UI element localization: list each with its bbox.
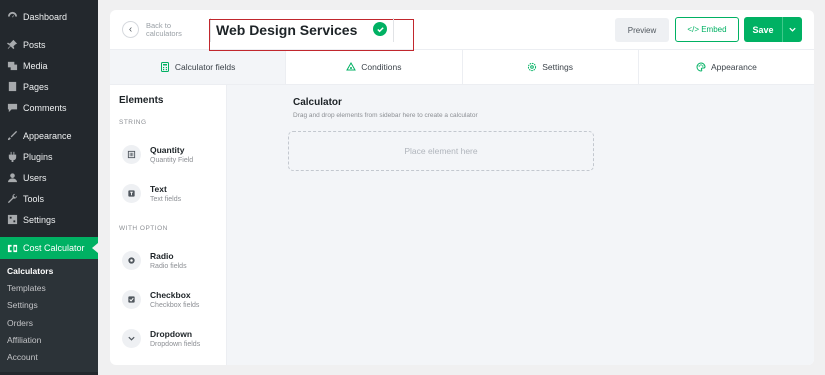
tab-label: Settings	[542, 62, 573, 72]
menu-label: Users	[23, 172, 47, 183]
brush-icon	[6, 130, 18, 142]
menu-plugins[interactable]: Plugins	[0, 146, 98, 167]
back-label[interactable]: Back to calculators	[146, 21, 190, 38]
comment-icon	[6, 102, 18, 114]
settings-icon	[527, 62, 537, 72]
elements-title: Elements	[119, 95, 164, 106]
element-desc: Text fields	[150, 196, 182, 203]
builder-tabs: Calculator fields Conditions Settings Ap…	[110, 50, 814, 85]
submenu-orders[interactable]: Orders	[0, 315, 98, 332]
menu-cost-calculator[interactable]: Cost Calculator	[0, 237, 98, 259]
menu-label: Media	[23, 60, 48, 71]
element-desc: Radio fields	[150, 263, 187, 270]
tab-label: Calculator fields	[174, 62, 236, 72]
dashboard-icon	[6, 11, 18, 23]
media-icon	[6, 60, 18, 72]
element-name: Dropdown	[150, 329, 193, 339]
palette-icon	[696, 62, 706, 72]
save-label: Save	[752, 24, 774, 35]
menu-appearance[interactable]: Appearance	[0, 125, 98, 146]
submenu-templates[interactable]: Templates	[0, 280, 98, 297]
menu-label: Settings	[23, 214, 56, 225]
quantity-icon	[122, 145, 141, 164]
menu-label: Comments	[23, 102, 67, 113]
chevron-left-icon: ‹	[128, 24, 133, 35]
submenu-account[interactable]: Account	[0, 349, 98, 366]
menu-label: Cost Calculator	[23, 243, 85, 253]
dropdown-icon	[122, 329, 141, 348]
element-name: Radio	[150, 251, 174, 261]
tab-label: Conditions	[361, 62, 402, 72]
conditions-icon	[346, 62, 357, 72]
plugin-icon	[6, 151, 18, 163]
element-checkbox[interactable]: Checkbox Checkbox fields	[119, 280, 226, 319]
preview-button[interactable]: Preview	[615, 18, 669, 42]
radio-icon	[122, 251, 141, 270]
wp-admin-sidebar: Dashboard Posts Media Pages Comments App…	[0, 0, 98, 375]
builder-header: ‹ Back to calculators Web Design Service…	[110, 10, 814, 51]
menu-label: Appearance	[23, 130, 72, 141]
embed-button[interactable]: </> Embed	[675, 17, 739, 42]
element-desc: Quantity Field	[150, 157, 194, 164]
menu-label: Plugins	[23, 151, 53, 162]
submenu-calculators[interactable]: Calculators	[0, 263, 98, 280]
text-icon	[122, 184, 141, 203]
canvas-title: Calculator	[293, 97, 342, 108]
elements-sidebar: Elements STRING Quantity Quantity Field …	[110, 85, 227, 365]
tab-settings[interactable]: Settings	[463, 50, 639, 84]
users-icon	[6, 172, 18, 184]
category-label: STRING	[119, 119, 147, 126]
menu-comments[interactable]: Comments	[0, 97, 98, 118]
menu-media[interactable]: Media	[0, 55, 98, 76]
calculator-icon	[160, 62, 170, 72]
chevron-down-icon[interactable]	[782, 17, 802, 42]
menu-dashboard[interactable]: Dashboard	[0, 6, 98, 27]
canvas-hint: Drag and drop elements from sidebar here…	[293, 112, 478, 119]
wrench-icon	[6, 193, 18, 205]
menu-pages[interactable]: Pages	[0, 76, 98, 97]
submenu-settings[interactable]: Settings	[0, 297, 98, 314]
tab-appearance[interactable]: Appearance	[639, 50, 814, 84]
element-name: Quantity	[150, 145, 185, 155]
cost-calculator-submenu: Calculators Templates Settings Orders Af…	[0, 259, 98, 373]
save-button[interactable]: Save	[744, 17, 802, 42]
settings-icon	[6, 214, 18, 226]
menu-label: Dashboard	[23, 11, 68, 22]
element-text[interactable]: Text Text fields	[119, 174, 226, 213]
menu-posts[interactable]: Posts	[0, 34, 98, 55]
element-radio[interactable]: Radio Radio fields	[119, 241, 226, 280]
checkbox-icon	[122, 290, 141, 309]
calculator-icon	[6, 242, 18, 254]
element-dropdown[interactable]: Dropdown Dropdown fields	[119, 319, 226, 358]
tab-calculator-fields[interactable]: Calculator fields	[110, 50, 287, 84]
menu-settings[interactable]: Settings	[0, 209, 98, 230]
element-quantity[interactable]: Quantity Quantity Field	[119, 135, 226, 174]
builder-body: Elements STRING Quantity Quantity Field …	[110, 85, 814, 365]
element-name: Checkbox	[150, 290, 191, 300]
menu-tools[interactable]: Tools	[0, 188, 98, 209]
element-name: Text	[150, 184, 167, 194]
pin-icon	[6, 39, 18, 51]
element-desc: Checkbox fields	[150, 302, 200, 309]
tab-conditions[interactable]: Conditions	[286, 50, 463, 84]
back-button[interactable]: ‹	[122, 21, 139, 38]
divider	[393, 18, 394, 42]
calculator-canvas: Calculator Drag and drop elements from s…	[227, 85, 814, 365]
calculator-name[interactable]: Web Design Services	[216, 22, 357, 38]
menu-label: Tools	[23, 193, 45, 204]
menu-users[interactable]: Users	[0, 167, 98, 188]
element-desc: Dropdown fields	[150, 341, 201, 348]
tab-label: Appearance	[710, 62, 757, 72]
menu-label: Posts	[23, 39, 46, 50]
category-label: WITH OPTION	[119, 225, 168, 232]
drop-zone[interactable]: Place element here	[288, 131, 594, 171]
page-icon	[6, 81, 18, 93]
check-circle-icon[interactable]	[373, 22, 387, 36]
submenu-affiliation[interactable]: Affiliation	[0, 332, 98, 349]
calculator-builder: ‹ Back to calculators Web Design Service…	[110, 10, 814, 365]
menu-label: Pages	[23, 81, 49, 92]
